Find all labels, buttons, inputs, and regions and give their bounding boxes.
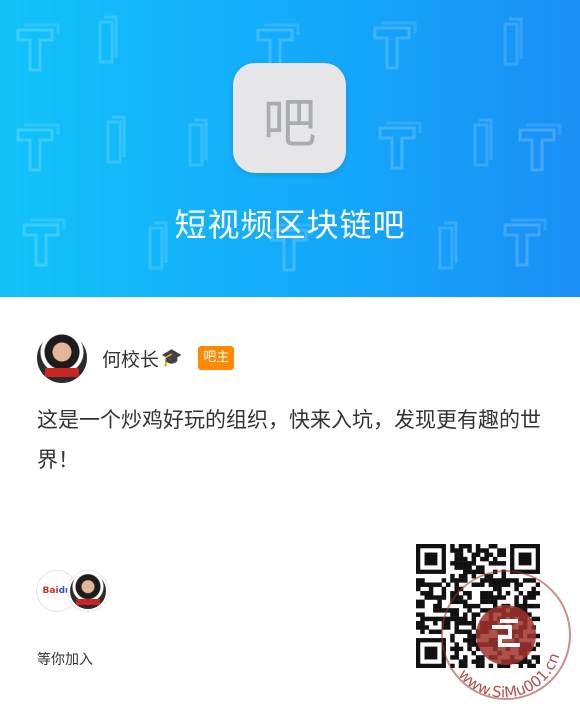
owner-row: 何校长 🎓 吧主	[37, 332, 235, 384]
member-avatars: Baidu	[37, 571, 108, 611]
forum-logo-glyph: 吧	[262, 91, 317, 155]
forum-description: 这是一个炒鸡好玩的组织，快来入坑，发现更有趣的世界！	[37, 408, 541, 472]
owner-badge: 吧主	[198, 346, 235, 370]
forum-logo: 吧	[233, 63, 346, 173]
member-avatar[interactable]	[68, 571, 108, 611]
watermark-seal: www.SiMu001.cn	[441, 570, 571, 702]
owner-avatar[interactable]	[37, 333, 87, 383]
join-prompt: 等你加入	[37, 652, 93, 668]
graduation-cap-icon: 🎓	[161, 348, 183, 368]
forum-header: 吧 短视频区块链吧	[0, 0, 580, 297]
owner-name[interactable]: 何校长	[102, 345, 159, 372]
forum-title: 短视频区块链吧	[174, 206, 406, 244]
